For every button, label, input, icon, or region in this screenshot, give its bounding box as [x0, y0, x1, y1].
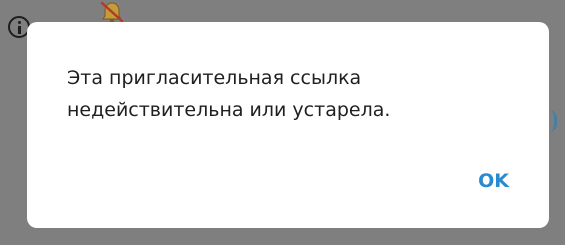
invite-link-dialog: Эта пригласительная ссылка недействитель…: [27, 22, 549, 228]
dialog-message-line-2: недействительна или устарела.: [67, 99, 391, 121]
muted-bell-icon: [100, 1, 124, 23]
dialog-message-line-1: Эта пригласительная ссылка: [67, 67, 362, 89]
dialog-message: Эта пригласительная ссылка недействитель…: [67, 62, 507, 126]
ok-button[interactable]: OK: [478, 170, 509, 192]
